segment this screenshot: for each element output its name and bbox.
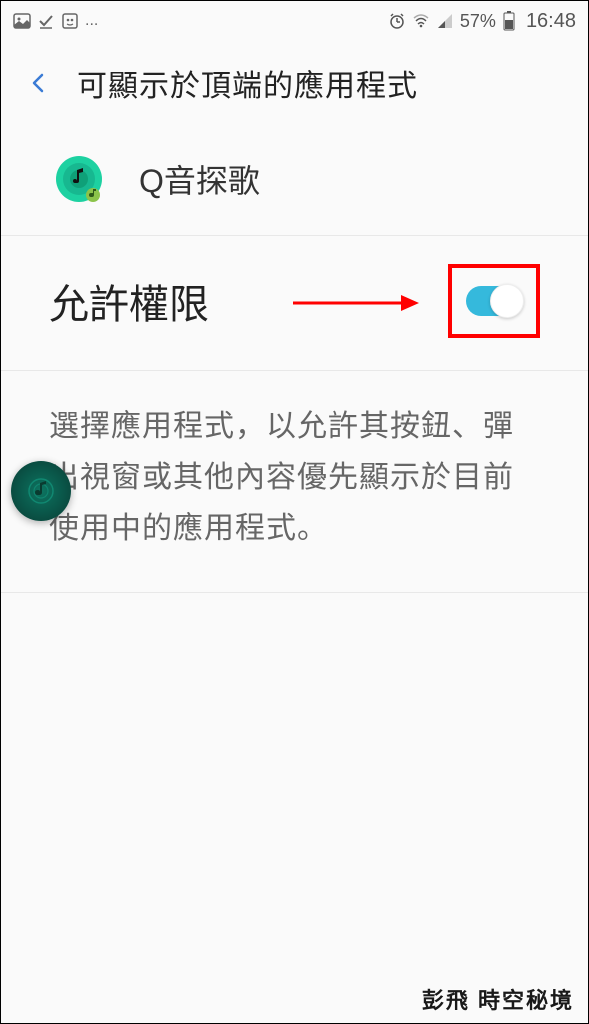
app-row: Q音探歌 bbox=[1, 135, 588, 236]
signal-icon bbox=[436, 12, 454, 30]
app-square-icon bbox=[61, 12, 79, 30]
status-bar: ... 57% 16:48 bbox=[1, 1, 588, 41]
clock-time: 16:48 bbox=[526, 10, 576, 33]
page-title: 可顯示於頂端的應用程式 bbox=[77, 61, 418, 105]
floating-music-widget[interactable] bbox=[11, 461, 71, 521]
status-ellipsis: ... bbox=[85, 12, 98, 30]
toggle-highlight-box bbox=[448, 264, 540, 338]
battery-percent: 57% bbox=[460, 11, 496, 32]
alarm-icon bbox=[388, 12, 406, 30]
permission-description: 選擇應用程式，以允許其按鈕、彈出視窗或其他內容優先顯示於目前使用中的應用程式。 bbox=[1, 371, 588, 593]
toggle-thumb bbox=[490, 284, 524, 318]
status-right-icons: 57% 16:48 bbox=[388, 10, 576, 33]
permission-label: 允許權限 bbox=[49, 272, 209, 330]
back-button[interactable] bbox=[19, 63, 59, 103]
header: 可顯示於頂端的應用程式 bbox=[1, 41, 588, 135]
permission-row[interactable]: 允許權限 bbox=[1, 236, 588, 371]
music-note-icon bbox=[26, 476, 56, 506]
watermark: 彭飛 時空秘境 bbox=[422, 983, 574, 1015]
arrow-annotation-icon bbox=[291, 291, 421, 315]
chevron-left-icon bbox=[28, 72, 50, 94]
app-name: Q音探歌 bbox=[139, 156, 260, 202]
battery-icon bbox=[502, 12, 516, 30]
music-app-icon bbox=[53, 153, 105, 205]
check-icon bbox=[37, 12, 55, 30]
status-left-icons: ... bbox=[13, 12, 98, 30]
wifi-icon bbox=[412, 12, 430, 30]
image-icon bbox=[13, 12, 31, 30]
permission-toggle[interactable] bbox=[466, 286, 522, 316]
